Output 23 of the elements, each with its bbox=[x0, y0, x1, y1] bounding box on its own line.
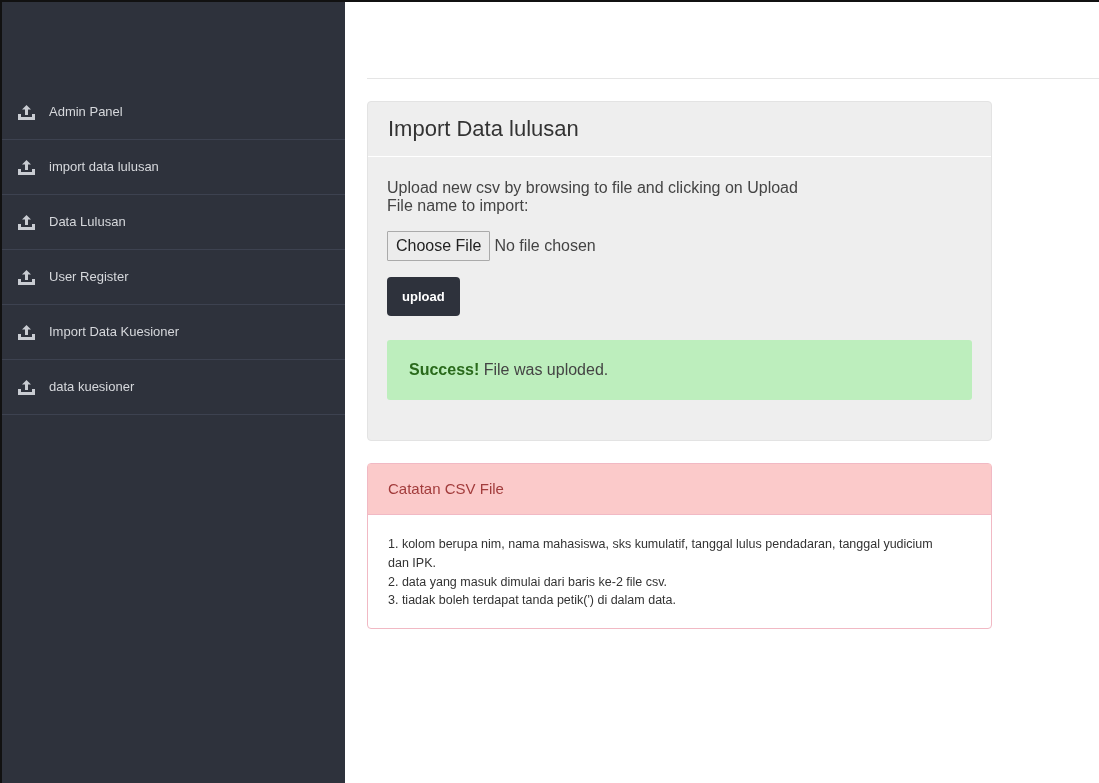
note-text: 1. kolom berupa nim, nama mahasiswa, sks kumulatif, tanggal lulus pendadaran, tanggal yudicium dan IPK. bbox=[388, 536, 934, 572]
notes-title: Catatan CSV File bbox=[368, 464, 991, 516]
upload-icon bbox=[18, 214, 35, 230]
panel-title: Import Data lulusan bbox=[368, 102, 991, 158]
sidebar-item[interactable]: Data Lulusan bbox=[2, 195, 345, 250]
upload-icon bbox=[18, 159, 35, 175]
instruction-text: Upload new csv by browsing to file and clicking on Upload bbox=[387, 179, 799, 197]
choose-file-button[interactable]: Choose File bbox=[387, 230, 491, 261]
sidebar-item[interactable]: Admin Panel bbox=[2, 85, 345, 140]
upload-icon bbox=[18, 104, 35, 120]
note-text: 2. data yang masuk dimulai dari baris ke-2 file csv. bbox=[388, 573, 669, 591]
upload-icon bbox=[18, 269, 35, 285]
upload-button[interactable]: upload bbox=[387, 276, 460, 317]
sidebar-item[interactable]: Import Data Kuesioner bbox=[2, 305, 345, 360]
note-text: 3. tiadak boleh terdapat tanda petik(') di dalam data. bbox=[388, 592, 677, 610]
file-status: No file chosen bbox=[494, 235, 596, 256]
instruction-text: File name to import: bbox=[387, 197, 530, 215]
sidebar-item[interactable]: User Register bbox=[2, 250, 345, 305]
sidebar-item[interactable]: import data lulusan bbox=[2, 140, 345, 195]
upload-icon bbox=[18, 324, 35, 340]
success-alert: Success! File was uploded. bbox=[387, 340, 972, 401]
upload-icon bbox=[18, 379, 35, 395]
sidebar-item[interactable]: data kuesioner bbox=[2, 360, 345, 415]
